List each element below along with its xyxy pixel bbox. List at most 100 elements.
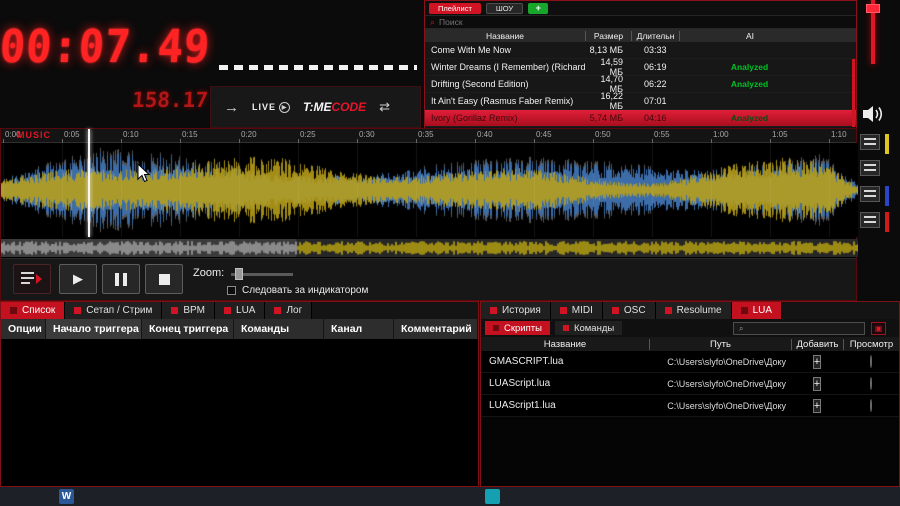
playlist-scrollbar[interactable] <box>852 59 855 127</box>
playlist-row[interactable]: Come With Me Now 8,13 МБ 03:33 <box>425 42 856 59</box>
layer-rail <box>858 130 900 258</box>
col-name[interactable]: Название <box>425 31 585 41</box>
track-ai-status: Analyzed <box>679 79 856 89</box>
cue-table-body[interactable] <box>1 339 478 486</box>
speaker-icon[interactable] <box>860 103 886 125</box>
loop-icon[interactable]: ⇄ <box>379 99 390 115</box>
cue-list-button[interactable] <box>13 264 51 294</box>
playlist-row-selected[interactable]: Ivory (Gorillaz Remix) 5,74 МБ 04:16 Ana… <box>425 110 856 127</box>
tab-history[interactable]: История <box>481 302 551 319</box>
master-volume-slider[interactable] <box>864 0 882 64</box>
ruler-tick: 1:10 <box>831 130 847 139</box>
zoom-slider-thumb[interactable] <box>235 268 243 280</box>
col-ai[interactable]: AI <box>679 31 856 41</box>
col-commands[interactable]: Команды <box>234 319 324 339</box>
col-duration[interactable]: Длительн <box>631 31 679 41</box>
col-size[interactable]: Размер <box>585 31 631 41</box>
waveform-display[interactable] <box>1 143 858 237</box>
ruler-tick: 0:25 <box>300 130 316 139</box>
subtab-commands[interactable]: Команды <box>555 321 622 335</box>
tab-show[interactable]: ШОУ <box>486 3 523 14</box>
timecode-logo[interactable]: T:MECODE <box>303 100 366 114</box>
layer-menu-button[interactable] <box>860 186 880 202</box>
add-script-button[interactable]: + <box>813 355 821 369</box>
playlist-panel: Плейлист ШОУ + ⌕ Название Размер Длитель… <box>424 0 857 130</box>
script-row[interactable]: LUAScript.lua C:\Users\slyfo\OneDrive\До… <box>481 373 899 395</box>
play-button[interactable]: ▶ <box>59 264 97 294</box>
add-script-button[interactable]: + <box>813 399 821 413</box>
timeline-ruler[interactable]: 0:000:050:100:150:200:250:300:350:400:45… <box>1 129 856 143</box>
script-search-input[interactable] <box>747 324 847 333</box>
taskbar-word-icon[interactable]: W <box>59 489 74 504</box>
col-comment[interactable]: Комментарий <box>394 319 478 339</box>
view-script-radio[interactable] <box>870 377 872 390</box>
search-input[interactable] <box>439 17 639 27</box>
tab-playlist[interactable]: Плейлист <box>429 3 481 14</box>
timeline-dashes <box>219 65 417 70</box>
stop-button[interactable] <box>145 264 183 294</box>
script-column-headers: Название Путь Добавить Просмотр <box>481 337 899 351</box>
tab-resolume[interactable]: Resolume <box>656 302 732 319</box>
taskbar-app-icon[interactable] <box>485 489 500 504</box>
tab-lua[interactable]: LUA <box>732 302 782 319</box>
script-name: GMASCRIPT.lua <box>481 356 649 367</box>
ruler-tick: 0:55 <box>654 130 670 139</box>
add-track-button[interactable]: + <box>528 3 548 14</box>
script-row[interactable]: GMASCRIPT.lua C:\Users\slyfo\OneDrive\До… <box>481 351 899 373</box>
col-add[interactable]: Добавить <box>791 339 843 350</box>
script-row[interactable]: LUAScript1.lua C:\Users\slyfo\OneDrive\Д… <box>481 395 899 417</box>
col-options[interactable]: Опции <box>1 319 46 339</box>
mouse-cursor <box>137 163 151 188</box>
col-path[interactable]: Путь <box>649 339 791 350</box>
follow-indicator-option[interactable]: Следовать за индикатором <box>227 285 368 296</box>
col-trigger-end[interactable]: Конец триггера <box>142 319 234 339</box>
tab-marker-icon <box>665 307 672 314</box>
tab-marker-icon <box>560 307 567 314</box>
track-name: Come With Me Now <box>425 45 585 55</box>
script-path: C:\Users\slyfo\OneDrive\Доку <box>649 379 791 389</box>
playlist-row[interactable]: Winter Dreams (I Remember) (Richard Earn… <box>425 59 856 76</box>
ruler-tick: 0:20 <box>241 130 257 139</box>
tab-setup-stream[interactable]: Сетап / Стрим <box>65 302 162 319</box>
layer-menu-button[interactable] <box>860 134 880 150</box>
add-script-button[interactable]: + <box>813 377 821 391</box>
ruler-tick: 0:05 <box>64 130 80 139</box>
follow-checkbox-label: Следовать за индикатором <box>242 285 368 296</box>
next-arrow-icon[interactable]: → <box>224 99 239 116</box>
script-search[interactable]: ⌕ <box>733 322 865 335</box>
play-icon: ▶ <box>73 271 83 287</box>
hamburger-icon <box>864 190 876 199</box>
tab-midi[interactable]: MIDI <box>551 302 603 319</box>
col-trigger-start[interactable]: Начало триггера <box>46 319 142 339</box>
playhead-cursor <box>88 129 90 237</box>
volume-knob[interactable] <box>866 4 880 13</box>
tab-label: Resolume <box>677 305 722 316</box>
layer-menu-button[interactable] <box>860 212 880 228</box>
tab-lua[interactable]: LUA <box>215 302 265 319</box>
view-script-radio[interactable] <box>870 355 872 368</box>
view-script-radio[interactable] <box>870 399 872 412</box>
pause-button[interactable] <box>102 264 140 294</box>
playlist-row[interactable]: Drifting (Second Edition) 14,70 МБ 06:22… <box>425 76 856 93</box>
live-button[interactable]: LIVE ▶ <box>252 102 290 113</box>
tab-label: LUA <box>236 305 255 316</box>
tab-log[interactable]: Лог <box>265 302 312 319</box>
col-view[interactable]: Просмотр <box>843 339 899 350</box>
col-name[interactable]: Название <box>481 339 649 350</box>
channel-label: MUSIC <box>17 130 51 140</box>
waveform-panel: 0:000:050:100:150:200:250:300:350:400:45… <box>0 128 857 258</box>
col-channel[interactable]: Канал <box>324 319 394 339</box>
follow-checkbox[interactable] <box>227 286 236 295</box>
playlist-row[interactable]: It Ain't Easy (Rasmus Faber Remix) 16,22… <box>425 93 856 110</box>
tab-marker-icon <box>74 307 81 314</box>
tab-bpm[interactable]: BPM <box>162 302 215 319</box>
tab-osc[interactable]: OSC <box>603 302 656 319</box>
load-script-button[interactable]: ▣ <box>871 322 886 335</box>
tab-list[interactable]: Список <box>1 302 65 319</box>
subtab-scripts[interactable]: Скрипты <box>485 321 550 335</box>
playlist-search[interactable]: ⌕ <box>425 15 856 29</box>
tab-marker-icon <box>224 307 231 314</box>
waveform-overview[interactable] <box>1 239 858 257</box>
app-window: 00:07.49 158.17 → LIVE ▶ T:MECODE ⇄ Плей… <box>0 0 900 506</box>
layer-menu-button[interactable] <box>860 160 880 176</box>
